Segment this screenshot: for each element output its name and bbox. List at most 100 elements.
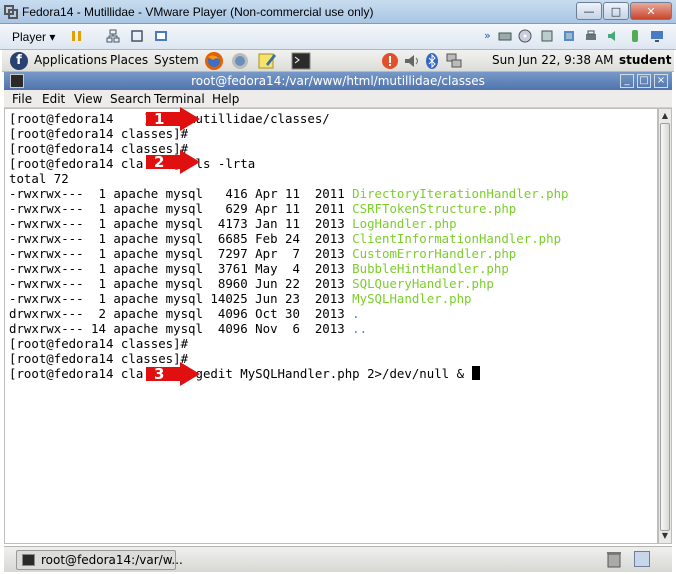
more-devices-icon[interactable]: » <box>484 29 491 42</box>
menu-help[interactable]: Help <box>212 92 239 106</box>
terminal-line: -rwxrwx--- 1 apache mysql 14025 Jun 23 2… <box>9 291 569 306</box>
terminal-line: -rwxrwx--- 1 apache mysql 7297 Apr 7 201… <box>9 246 569 261</box>
annotation-number: 1 <box>154 110 165 128</box>
annotation-number: 3 <box>154 365 165 383</box>
volume-icon[interactable] <box>402 51 422 71</box>
terminal-task-icon <box>22 554 35 566</box>
listing-details: -rwxrwx--- 1 apache mysql 7297 Apr 7 201… <box>9 246 353 261</box>
annotation-number: 2 <box>154 153 165 171</box>
system-menu[interactable]: System <box>154 53 199 67</box>
line-text: [root@fedora14 cla ]# ls -lrta <box>9 156 256 171</box>
network-status-icon[interactable] <box>444 51 464 71</box>
terminal-line: [root@fedora14 cla ]# gedit MySQLHandler… <box>9 366 569 381</box>
clock[interactable]: Sun Jun 22, 9:38 AM <box>492 53 613 67</box>
note-editor-icon[interactable] <box>257 51 277 71</box>
printer-icon[interactable] <box>584 29 598 43</box>
text-cursor <box>471 366 480 380</box>
listing-details: -rwxrwx--- 1 apache mysql 3761 May 4 201… <box>9 261 353 276</box>
player-menu-button[interactable]: Player ▾ <box>12 30 55 44</box>
listing-details: -rwxrwx--- 1 apache mysql 629 Apr 11 201… <box>9 201 353 216</box>
listing-details: -rwxrwx--- 1 apache mysql 6685 Feb 24 20… <box>9 231 353 246</box>
terminal-line: [root@fedora14 cla ]# ls -lrta <box>9 156 569 171</box>
terminal-line: -rwxrwx--- 1 apache mysql 6685 Feb 24 20… <box>9 231 569 246</box>
terminal-line: -rwxrwx--- 1 apache mysql 3761 May 4 201… <box>9 261 569 276</box>
unity-icon[interactable] <box>154 29 168 43</box>
taskbar-terminal-label: root@fedora14:/var/w... <box>41 553 183 567</box>
workspace-switcher[interactable] <box>634 551 650 567</box>
listing-filename: . <box>352 306 360 321</box>
places-menu[interactable]: Places <box>110 53 148 67</box>
terminal-line: -rwxrwx--- 1 apache mysql 629 Apr 11 201… <box>9 201 569 216</box>
annotation-arrow-2: 2 <box>146 150 200 174</box>
listing-filename: CustomErrorHandler.php <box>352 246 517 261</box>
minimize-button[interactable]: — <box>576 2 602 20</box>
gnome-bottom-panel: root@fedora14:/var/w... <box>4 546 672 572</box>
menu-edit[interactable]: Edit <box>42 92 65 106</box>
applications-menu[interactable]: Applications <box>34 53 107 67</box>
terminal-line: [root@fedora14 classes]# <box>9 141 569 156</box>
listing-details: -rwxrwx--- 1 apache mysql 4173 Jan 11 20… <box>9 216 353 231</box>
email-icon[interactable] <box>230 51 250 71</box>
fullscreen-icon[interactable] <box>130 29 144 43</box>
terminal-line: [root@fedora14 classes]# <box>9 126 569 141</box>
line-text: [root@fedora14 cla ]# gedit MySQLHandler… <box>9 366 472 381</box>
terminal-line: total 72 <box>9 171 569 186</box>
pause-icon[interactable] <box>70 29 84 43</box>
listing-details: -rwxrwx--- 1 apache mysql 8960 Jun 22 20… <box>9 276 353 291</box>
network-adapter-icon[interactable] <box>562 29 576 43</box>
listing-details: -rwxrwx--- 1 apache mysql 416 Apr 11 201… <box>9 186 353 201</box>
listing-filename: ClientInformationHandler.php <box>352 231 562 246</box>
scrollbar-thumb[interactable] <box>660 123 670 531</box>
display-icon[interactable] <box>650 29 664 43</box>
update-alert-icon[interactable] <box>380 51 400 71</box>
menu-terminal[interactable]: Terminal <box>154 92 205 106</box>
listing-filename: MySQLHandler.php <box>352 291 472 306</box>
terminal-title-bar: root@fedora14:/var/www/html/mutillidae/c… <box>4 72 672 90</box>
hdd-icon[interactable] <box>498 29 512 43</box>
fedora-logo-icon[interactable]: f <box>10 52 28 70</box>
annotation-arrow-3: 3 <box>146 362 200 386</box>
scroll-up-icon[interactable]: ▲ <box>659 110 671 122</box>
terminal-line: [root@fedora14 classes]# <box>9 351 569 366</box>
floppy-icon[interactable] <box>540 29 554 43</box>
terminal-launcher-icon[interactable] <box>291 51 311 71</box>
gnome-top-panel: f Applications Places System Sun Jun 22,… <box>2 50 674 72</box>
close-button[interactable]: ✕ <box>630 2 672 20</box>
usb-icon[interactable] <box>628 29 642 43</box>
bluetooth-icon[interactable] <box>422 51 442 71</box>
maximize-button[interactable]: □ <box>603 2 629 20</box>
network-icon[interactable] <box>106 29 120 43</box>
menu-file[interactable]: File <box>12 92 32 106</box>
listing-filename: CSRFTokenStructure.php <box>352 201 517 216</box>
listing-filename: LogHandler.php <box>352 216 457 231</box>
vmware-toolbar: Player ▾ » <box>0 24 676 50</box>
terminal-menubar: File Edit View Search Terminal Help <box>4 90 672 108</box>
taskbar-terminal-button[interactable]: root@fedora14:/var/w... <box>16 550 183 570</box>
terminal-minimize-button[interactable]: _ <box>620 74 634 88</box>
terminal-line: drwxrwx--- 2 apache mysql 4096 Oct 30 20… <box>9 306 569 321</box>
scroll-down-icon[interactable]: ▼ <box>659 530 671 542</box>
terminal-close-button[interactable]: × <box>654 74 668 88</box>
line-text: total 72 <box>9 171 69 186</box>
terminal-maximize-button[interactable]: □ <box>637 74 651 88</box>
user-menu[interactable]: student <box>619 53 671 67</box>
firefox-icon[interactable] <box>204 51 224 71</box>
cdrom-icon[interactable] <box>518 29 532 43</box>
listing-filename: SQLQueryHandler.php <box>352 276 494 291</box>
terminal-scrollbar[interactable]: ▲ ▼ <box>658 108 672 544</box>
listing-details: drwxrwx--- 2 apache mysql 4096 Oct 30 20… <box>9 306 353 321</box>
menu-view[interactable]: View <box>74 92 102 106</box>
terminal-line: [root@fedora14 classes]# <box>9 336 569 351</box>
terminal-line: drwxrwx--- 14 apache mysql 4096 Nov 6 20… <box>9 321 569 336</box>
sound-card-icon[interactable] <box>606 29 620 43</box>
line-text: [root@fedora14 classes]# <box>9 336 189 351</box>
menu-search[interactable]: Search <box>110 92 151 106</box>
terminal-text: [root@fedora14 ]# cd mutillidae/classes/… <box>9 111 569 381</box>
trash-icon[interactable] <box>606 550 622 568</box>
terminal-output[interactable]: [root@fedora14 ]# cd mutillidae/classes/… <box>4 108 658 544</box>
terminal-line: -rwxrwx--- 1 apache mysql 4173 Jan 11 20… <box>9 216 569 231</box>
listing-filename: DirectoryIterationHandler.php <box>352 186 569 201</box>
terminal-line: -rwxrwx--- 1 apache mysql 416 Apr 11 201… <box>9 186 569 201</box>
listing-details: drwxrwx--- 14 apache mysql 4096 Nov 6 20… <box>9 321 353 336</box>
vmware-logo-icon <box>4 5 18 19</box>
